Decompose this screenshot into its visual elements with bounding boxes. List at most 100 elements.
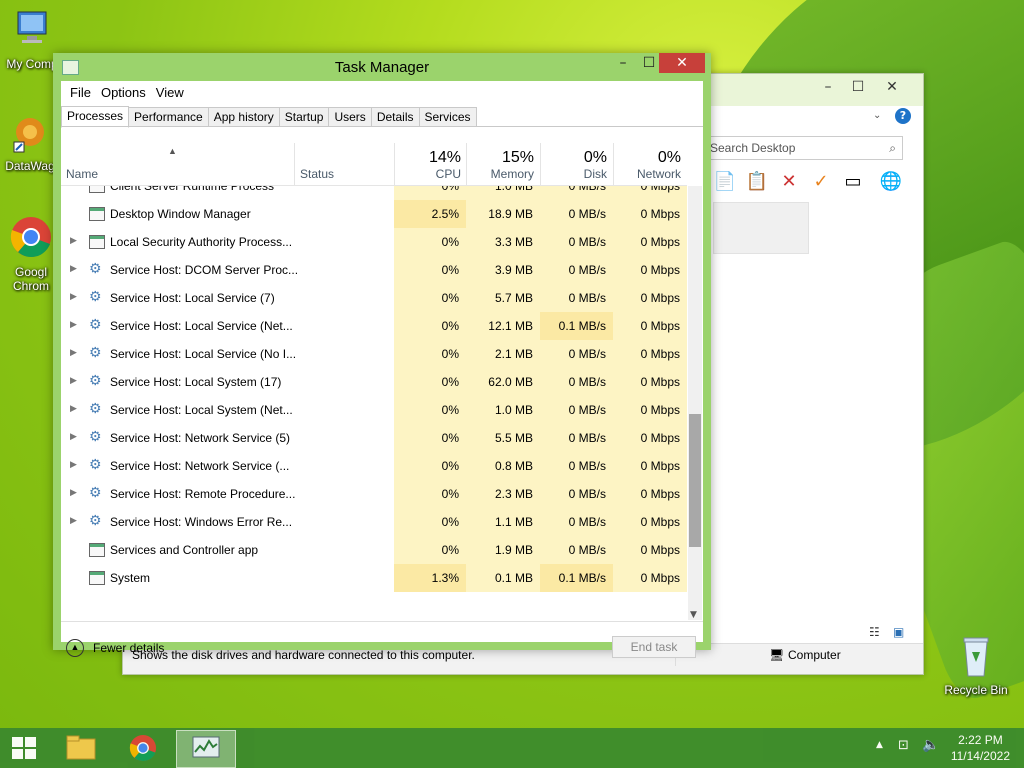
clock[interactable]: 2:22 PM 11/14/2022 xyxy=(951,732,1010,764)
tab-performance[interactable]: Performance xyxy=(128,107,209,127)
table-row[interactable]: System 1.3% 0.1 MB 0.1 MB/s 0 Mbps xyxy=(61,564,687,592)
delete-icon[interactable]: ✕ xyxy=(777,170,801,194)
expand-arrow-icon[interactable]: ▶ xyxy=(70,515,77,526)
cpu-value: 0% xyxy=(394,508,466,536)
volume-icon[interactable]: 🔈 xyxy=(922,737,939,753)
cpu-value: 1.3% xyxy=(394,564,466,592)
network-icon[interactable]: ⊡ xyxy=(898,738,909,753)
cpu-value: 0% xyxy=(394,536,466,564)
expand-arrow-icon[interactable]: ▶ xyxy=(70,403,77,414)
table-row[interactable]: ▶ ⚙ Service Host: Network Service (5) 0% 5.5… xyxy=(61,424,687,452)
network-value: 0 Mbps xyxy=(613,228,687,256)
tab-processes[interactable]: Processes xyxy=(61,106,130,128)
desktop-icon-chrome[interactable]: Googl Chrom xyxy=(4,214,58,293)
minimize-button[interactable]: – xyxy=(813,76,843,98)
close-button[interactable]: ✕ xyxy=(659,53,705,73)
properties-icon[interactable]: ▭ xyxy=(841,170,865,194)
desktop-icon-recycle-bin[interactable]: Recycle Bin xyxy=(944,632,1008,697)
tab-app-history[interactable]: App history xyxy=(207,107,280,127)
disk-value: 0 MB/s xyxy=(540,186,613,200)
process-window-icon xyxy=(89,186,105,193)
table-row[interactable]: ▶ ⚙ Service Host: Local Service (Net... 0% 1… xyxy=(61,312,687,340)
globe-icon[interactable]: 🌐 xyxy=(879,170,903,194)
expand-arrow-icon[interactable]: ▶ xyxy=(70,431,77,442)
table-row[interactable]: ▶ ⚙ Service Host: Remote Procedure... 0% 2.3… xyxy=(61,480,687,508)
process-name: Service Host: Remote Procedure... xyxy=(110,487,296,501)
taskbar-task-manager[interactable] xyxy=(176,730,236,768)
taskbar-chrome[interactable] xyxy=(114,730,172,766)
table-row[interactable]: ▶ ⚙ Service Host: Local System (Net... 0% 1.… xyxy=(61,396,687,424)
process-window-icon xyxy=(89,543,105,557)
desktop-icon-datawag[interactable]: DataWag xyxy=(0,112,60,173)
table-row[interactable]: ▶ ⚙ Service Host: Windows Error Re... 0% 1.1… xyxy=(61,508,687,536)
network-value: 0 Mbps xyxy=(613,452,687,480)
tab-startup[interactable]: Startup xyxy=(278,107,330,127)
computer-icon: 🖥 xyxy=(769,648,785,662)
cpu-value: 0% xyxy=(394,340,466,368)
expand-arrow-icon[interactable]: ▶ xyxy=(70,263,77,274)
memory-value: 62.0 MB xyxy=(466,368,540,396)
column-name[interactable]: ▲ Name xyxy=(61,143,294,185)
scrollbar-thumb[interactable] xyxy=(689,414,701,547)
search-input[interactable]: Search Desktop ⌕ xyxy=(709,136,903,160)
end-task-button[interactable]: End task xyxy=(612,636,696,658)
column-cpu[interactable]: 14% CPU xyxy=(395,143,467,185)
folder-icon xyxy=(66,735,96,760)
help-icon[interactable]: ? xyxy=(895,108,911,124)
taskbar-explorer[interactable] xyxy=(52,730,110,766)
network-value: 0 Mbps xyxy=(613,396,687,424)
menu-file[interactable]: File xyxy=(69,85,92,100)
tab-details[interactable]: Details xyxy=(370,107,420,127)
disk-value: 0 MB/s xyxy=(540,452,613,480)
expand-arrow-icon[interactable]: ▶ xyxy=(70,347,77,358)
chevron-down-icon[interactable]: ⌄ xyxy=(873,110,881,121)
large-icons-view-icon[interactable]: ▣ xyxy=(893,625,904,639)
menu-options[interactable]: Options xyxy=(100,85,147,100)
disk-value: 0 MB/s xyxy=(540,340,613,368)
tab-services[interactable]: Services xyxy=(418,107,477,127)
expand-arrow-icon[interactable]: ▶ xyxy=(70,375,77,386)
start-button[interactable] xyxy=(0,730,48,766)
vertical-scrollbar[interactable]: ▼ xyxy=(688,186,702,620)
table-row[interactable]: Desktop Window Manager 2.5% 18.9 MB 0 MB/s 0… xyxy=(61,200,687,228)
table-row[interactable]: Services and Controller app 0% 1.9 MB 0 MB/… xyxy=(61,536,687,564)
maximize-button[interactable]: ☐ xyxy=(843,76,873,98)
fewer-details-button[interactable]: ▲ Fewer details xyxy=(66,639,164,657)
scroll-down-icon[interactable]: ▼ xyxy=(690,610,697,620)
service-gear-icon: ⚙ xyxy=(89,484,102,500)
task-manager-body: File Options View Processes Performance … xyxy=(61,81,703,658)
paste-icon[interactable]: 📋 xyxy=(745,170,769,194)
expand-arrow-icon[interactable]: ▶ xyxy=(70,235,77,246)
details-view-icon[interactable]: ☷ xyxy=(869,625,880,639)
expand-arrow-icon[interactable]: ▶ xyxy=(70,487,77,498)
cpu-value: 0% xyxy=(394,368,466,396)
tab-users[interactable]: Users xyxy=(328,107,372,127)
task-manager-titlebar[interactable]: Task Manager – ☐ ✕ xyxy=(53,53,711,81)
expand-arrow-icon[interactable]: ▶ xyxy=(70,459,77,470)
copy-icon[interactable]: 📄 xyxy=(713,170,737,194)
column-disk[interactable]: 0% Disk xyxy=(541,143,613,185)
column-network[interactable]: 0% Network xyxy=(614,143,687,185)
column-status[interactable]: Status xyxy=(295,143,394,185)
show-hidden-icons-icon[interactable]: ▲ xyxy=(876,740,883,750)
table-row[interactable]: Client Server Runtime Process 0% 1.0 MB 0 M… xyxy=(61,186,687,200)
expand-arrow-icon[interactable]: ▶ xyxy=(70,291,77,302)
task-manager-window[interactable]: Task Manager – ☐ ✕ File Options View Pro… xyxy=(53,53,711,658)
expand-arrow-icon[interactable]: ▶ xyxy=(70,319,77,330)
column-memory[interactable]: 15% Memory xyxy=(467,143,540,185)
table-row[interactable]: ▶ ⚙ Service Host: Local Service (7) 0% 5.7 M… xyxy=(61,284,687,312)
close-button[interactable]: ✕ xyxy=(877,76,907,98)
table-row[interactable]: ▶ ⚙ Service Host: DCOM Server Proc... 0% 3.9… xyxy=(61,256,687,284)
minimize-button[interactable]: – xyxy=(610,53,636,73)
table-row[interactable]: ▶ ⚙ Service Host: Local Service (No I... 0%… xyxy=(61,340,687,368)
menu-view[interactable]: View xyxy=(155,85,185,100)
table-row[interactable]: ▶ ⚙ Service Host: Local System (17) 0% 62.0 … xyxy=(61,368,687,396)
table-row[interactable]: ▶ Local Security Authority Process... 0% 3.… xyxy=(61,228,687,256)
column-name-label: Name xyxy=(66,167,99,181)
checkmark-icon[interactable]: ✓ xyxy=(809,170,833,194)
disk-value: 0 MB/s xyxy=(540,228,613,256)
process-name: Service Host: Local System (17) xyxy=(110,375,282,389)
taskbar: ▲ ⊡ 🔈 2:22 PM 11/14/2022 xyxy=(0,728,1024,768)
network-total: 0% xyxy=(657,149,681,166)
table-row[interactable]: ▶ ⚙ Service Host: Network Service (... 0% 0.… xyxy=(61,452,687,480)
